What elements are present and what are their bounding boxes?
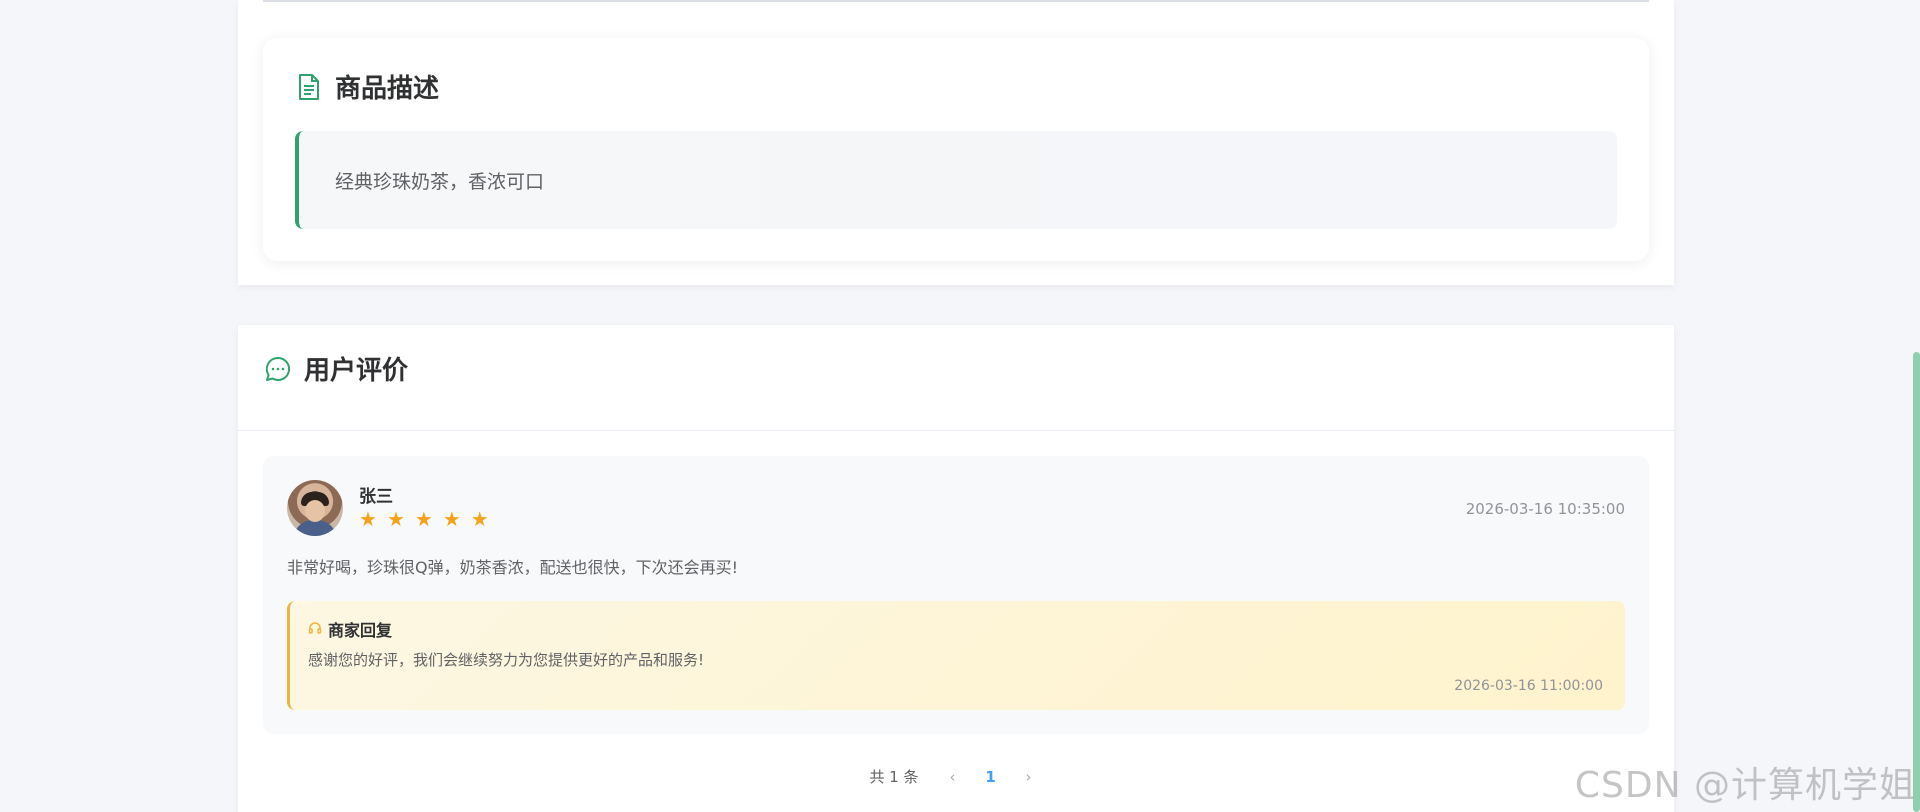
review-content: 非常好喝，珍珠很Q弹，奶茶香浓，配送也很快，下次还会再买! [287, 558, 739, 577]
description-text: 经典珍珠奶茶，香浓可口 [295, 131, 1617, 229]
merchant-reply: 商家回复 感谢您的好评，我们会继续努力为您提供更好的产品和服务! 2026-03… [287, 601, 1625, 710]
reviews-divider [238, 430, 1674, 431]
star-icon: ★ [442, 507, 461, 531]
pagination-total: 共 1 条 [869, 768, 919, 786]
description-card: 商品描述 经典珍珠奶茶，香浓可口 [263, 38, 1649, 261]
headset-icon [308, 620, 322, 639]
review-timestamp: 2026-03-16 10:35:00 [1465, 500, 1625, 518]
prev-page-icon[interactable]: ‹ [939, 768, 967, 786]
review-item: 张三 ★ ★ ★ ★ ★ 2026-03-16 10:35:00 非常好喝，珍珠… [263, 456, 1649, 734]
reviews-title: 用户评价 [304, 356, 409, 386]
scrollbar[interactable] [1912, 0, 1920, 812]
rating-stars: ★ ★ ★ ★ ★ [359, 509, 489, 529]
reviews-panel: 用户评价 张三 ★ ★ ★ ★ ★ 2026-03-16 10:35:00 非常… [238, 325, 1674, 812]
description-panel: 商品描述 经典珍珠奶茶，香浓可口 [238, 0, 1674, 285]
reply-timestamp: 2026-03-16 11:00:00 [1454, 678, 1603, 694]
next-page-icon[interactable]: › [1015, 768, 1043, 786]
description-title: 商品描述 [335, 74, 440, 104]
star-icon: ★ [470, 507, 489, 531]
pagination: 共 1 条 ‹ 1 › [238, 766, 1674, 787]
reply-header: 商家回复 [308, 617, 392, 641]
watermark: CSDN @计算机学姐 [1574, 765, 1916, 806]
chat-bubble-icon [264, 355, 292, 383]
star-icon: ★ [386, 507, 405, 531]
avatar [287, 480, 343, 536]
reply-title: 商家回复 [328, 621, 393, 640]
top-divider [263, 0, 1649, 2]
reviews-header: 用户评价 [264, 350, 408, 387]
star-icon: ★ [359, 507, 377, 531]
document-icon [295, 73, 323, 101]
page-number-button[interactable]: 1 [967, 768, 1015, 786]
star-icon: ★ [414, 507, 433, 531]
review-username: 张三 [359, 487, 393, 507]
description-header: 商品描述 [295, 68, 439, 105]
scrollbar-thumb[interactable] [1913, 352, 1920, 812]
reply-content: 感谢您的好评，我们会继续努力为您提供更好的产品和服务! [308, 651, 705, 669]
